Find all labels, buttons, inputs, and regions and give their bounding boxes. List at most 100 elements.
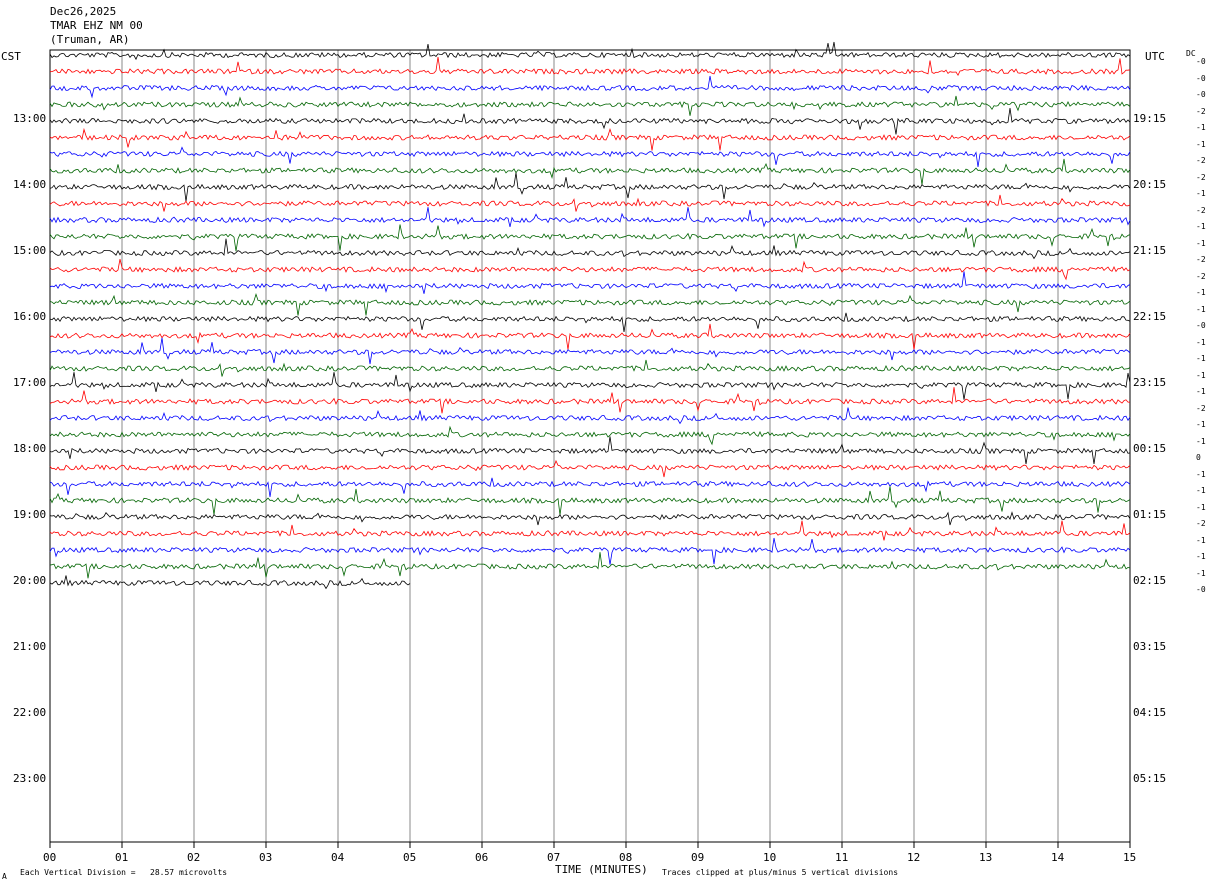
dc-offset: -1	[1196, 238, 1206, 248]
trace-line	[49, 323, 1131, 351]
trace-line	[49, 127, 1131, 151]
dc-offset: -2	[1196, 156, 1206, 165]
dc-offset: -0	[1196, 73, 1206, 83]
dc-offset: -2	[1196, 106, 1206, 116]
x-tick-label: 03	[259, 851, 273, 864]
dc-offset: -2	[1196, 519, 1206, 528]
trace-line	[49, 425, 1131, 446]
trace-line	[49, 108, 1131, 135]
utc-hour-label: 01:15	[1133, 508, 1167, 521]
trace-line	[49, 511, 1131, 526]
dc-offset: -0	[1196, 321, 1206, 330]
utc-hour-label: 04:15	[1133, 706, 1167, 719]
trace-line	[49, 337, 1131, 365]
cst-hour-label: 23:00	[13, 772, 47, 785]
x-tick-label: 02	[187, 851, 201, 864]
dc-offset: -1	[1196, 222, 1206, 231]
dc-offset: -2	[1196, 205, 1206, 215]
trace-line	[49, 312, 1131, 333]
cst-hour-label: 20:00	[13, 574, 47, 587]
dc-offset: -1	[1196, 486, 1206, 495]
x-axis-title: TIME (MINUTES)	[555, 863, 648, 876]
trace-line	[49, 75, 1131, 99]
x-tick-label: 04	[331, 851, 345, 864]
utc-hour-label: 02:15	[1133, 574, 1167, 587]
utc-hour-label: 05:15	[1133, 772, 1167, 785]
dc-offset: -1	[1196, 387, 1206, 396]
dc-offset: -1	[1196, 552, 1206, 561]
utc-hour-label: 23:15	[1133, 376, 1167, 389]
cst-hour-label: 22:00	[13, 706, 47, 719]
trace-line	[49, 372, 1131, 400]
helicorder-plot	[49, 41, 1131, 848]
trace-line	[49, 158, 1131, 185]
trace-line	[49, 146, 1131, 168]
dc-offset: -1	[1196, 535, 1206, 545]
dc-offset: -1	[1196, 189, 1206, 198]
cst-hour-label: 13:00	[13, 112, 47, 125]
dc-offset: -1	[1196, 304, 1206, 314]
trace-line	[49, 95, 1131, 116]
trace-line	[49, 477, 1131, 498]
dc-offset: -0	[1196, 57, 1206, 66]
trace-line	[49, 459, 1131, 478]
trace-line	[49, 41, 1131, 61]
utc-hour-label: 03:15	[1133, 640, 1167, 653]
utc-hour-label: 00:15	[1133, 442, 1167, 455]
x-tick-label: 12	[907, 851, 921, 864]
dc-offset: -1	[1196, 288, 1206, 297]
trace-line	[49, 238, 1131, 260]
clip-note: Traces clipped at plus/minus 5 vertical …	[662, 868, 899, 877]
vertical-division-note: Each Vertical Division = 28.57 microvolt…	[20, 868, 228, 877]
x-tick-label: 05	[403, 851, 417, 864]
dc-offset: -1	[1196, 420, 1206, 429]
trace-line	[49, 259, 1131, 281]
trace-line	[49, 537, 1131, 565]
trace-line	[49, 359, 1131, 377]
dc-offset: -1	[1196, 354, 1206, 363]
dc-offset: -1	[1196, 370, 1206, 380]
x-tick-label: 14	[1051, 851, 1065, 864]
corner-mark: A	[2, 872, 7, 881]
cst-hour-label: 17:00	[13, 376, 47, 389]
dc-offset: -1	[1196, 123, 1206, 132]
trace-line	[49, 292, 1131, 316]
x-tick-label: 01	[115, 851, 129, 864]
trace-line	[49, 407, 1131, 425]
dc-offset: -2	[1196, 255, 1206, 264]
trace-line	[49, 520, 1131, 541]
trace-line	[49, 194, 1131, 212]
x-tick-label: 13	[979, 851, 993, 864]
dc-offset: -1	[1196, 139, 1206, 149]
cst-hour-label: 18:00	[13, 442, 47, 455]
seismic-traces	[49, 41, 1131, 590]
trace-line	[49, 56, 1131, 77]
trace-line	[49, 387, 1131, 414]
dc-offset: -0	[1196, 90, 1206, 99]
x-tick-label: 06	[475, 851, 489, 864]
x-tick-label: 09	[691, 851, 705, 864]
trace-line	[49, 552, 1131, 579]
trace-line	[49, 172, 1131, 202]
dc-offset: -2	[1196, 172, 1206, 182]
trace-line	[49, 486, 1131, 516]
dc-offset: -1	[1196, 568, 1206, 578]
utc-hour-label: 20:15	[1133, 178, 1167, 191]
dc-offset: -2	[1196, 403, 1206, 413]
dc-offset: -2	[1196, 271, 1206, 281]
utc-hour-label: 19:15	[1133, 112, 1167, 125]
x-axis-ticks	[49, 842, 1131, 848]
x-tick-label: 00	[43, 851, 57, 864]
trace-line	[49, 224, 1131, 252]
trace-line	[49, 271, 1131, 294]
cst-hour-label: 15:00	[13, 244, 47, 257]
trace-line	[49, 575, 411, 590]
dc-offset: 0	[1196, 453, 1201, 462]
cst-hour-label: 19:00	[13, 508, 47, 521]
dc-offset: -0	[1196, 585, 1206, 594]
cst-hour-label: 21:00	[13, 640, 47, 653]
trace-line	[49, 436, 1131, 465]
dc-offset: -1	[1196, 337, 1206, 347]
x-tick-label: 11	[835, 851, 849, 864]
x-tick-label: 15	[1123, 851, 1137, 864]
